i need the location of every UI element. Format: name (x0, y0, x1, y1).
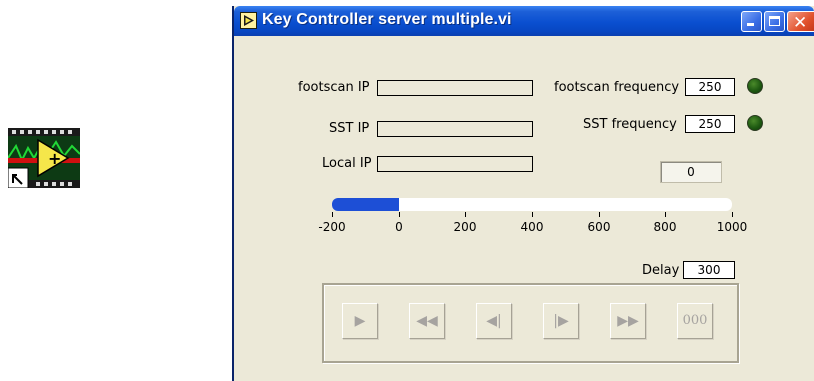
sst-frequency-field[interactable]: 250 (685, 115, 735, 133)
slider-tick (399, 212, 400, 217)
minimize-icon (747, 23, 754, 26)
vi-run-icon (240, 12, 257, 29)
transport-controls: ▶ ◀◀ ◀| |▶ ▶▶ 000 (322, 283, 739, 363)
vi-window: Key Controller server multiple.vi ✕ foot… (232, 6, 814, 381)
sst-frequency-label: SST frequency (583, 117, 677, 132)
maximize-icon (769, 16, 780, 26)
position-slider[interactable] (332, 198, 732, 211)
rewind-button[interactable]: ◀◀ (409, 303, 445, 339)
delay-label: Delay (642, 263, 680, 278)
slider-tick (665, 212, 666, 217)
slider-tick-label: 0 (395, 220, 403, 234)
reset-button[interactable]: 000 (677, 303, 713, 339)
step-back-button[interactable]: ◀| (476, 303, 512, 339)
footscan-ip-field[interactable] (377, 80, 533, 96)
sst-ip-label: SST IP (329, 121, 370, 136)
sst-status-led (747, 115, 763, 131)
close-button[interactable]: ✕ (787, 11, 814, 33)
rewind-icon: ◀◀ (416, 313, 438, 329)
window-title: Key Controller server multiple.vi (262, 11, 512, 28)
footscan-frequency-field[interactable]: 250 (685, 78, 735, 96)
fast-forward-icon: ▶▶ (617, 313, 639, 329)
slider-fill (332, 198, 399, 211)
footscan-frequency-label: footscan frequency (554, 80, 680, 95)
slider-tick (599, 212, 600, 217)
maximize-button[interactable] (764, 11, 785, 32)
fast-forward-button[interactable]: ▶▶ (610, 303, 646, 339)
delay-field[interactable]: 300 (683, 261, 735, 279)
play-icon: ▶ (354, 313, 366, 329)
minimize-button[interactable] (741, 11, 762, 32)
footscan-ip-label: footscan IP (298, 80, 370, 95)
title-bar[interactable]: Key Controller server multiple.vi ✕ (234, 6, 814, 36)
step-back-icon: ◀| (486, 313, 502, 329)
slider-tick-label: 1000 (716, 220, 748, 234)
slider-tick-label: 200 (453, 220, 477, 234)
step-forward-button[interactable]: |▶ (543, 303, 579, 339)
play-button[interactable]: ▶ (342, 303, 378, 339)
close-icon: ✕ (793, 13, 808, 33)
slider-tick-label: 400 (520, 220, 544, 234)
slider-tick-label: -200 (318, 220, 346, 234)
local-ip-field[interactable] (377, 156, 533, 172)
slider-tick (532, 212, 533, 217)
step-forward-icon: |▶ (553, 313, 569, 329)
sst-ip-field[interactable] (377, 121, 533, 137)
local-ip-label: Local IP (322, 156, 372, 171)
footscan-status-led (747, 78, 763, 94)
vi-shortcut-icon[interactable]: + (7, 128, 81, 189)
slider-tick-label: 600 (587, 220, 611, 234)
slider-tick (332, 212, 333, 217)
counter-indicator: 0 (660, 161, 722, 183)
slider-tick (732, 212, 733, 217)
svg-text:+: + (48, 149, 61, 168)
reset-label: 000 (682, 313, 708, 328)
slider-tick (465, 212, 466, 217)
slider-tick-label: 800 (653, 220, 677, 234)
